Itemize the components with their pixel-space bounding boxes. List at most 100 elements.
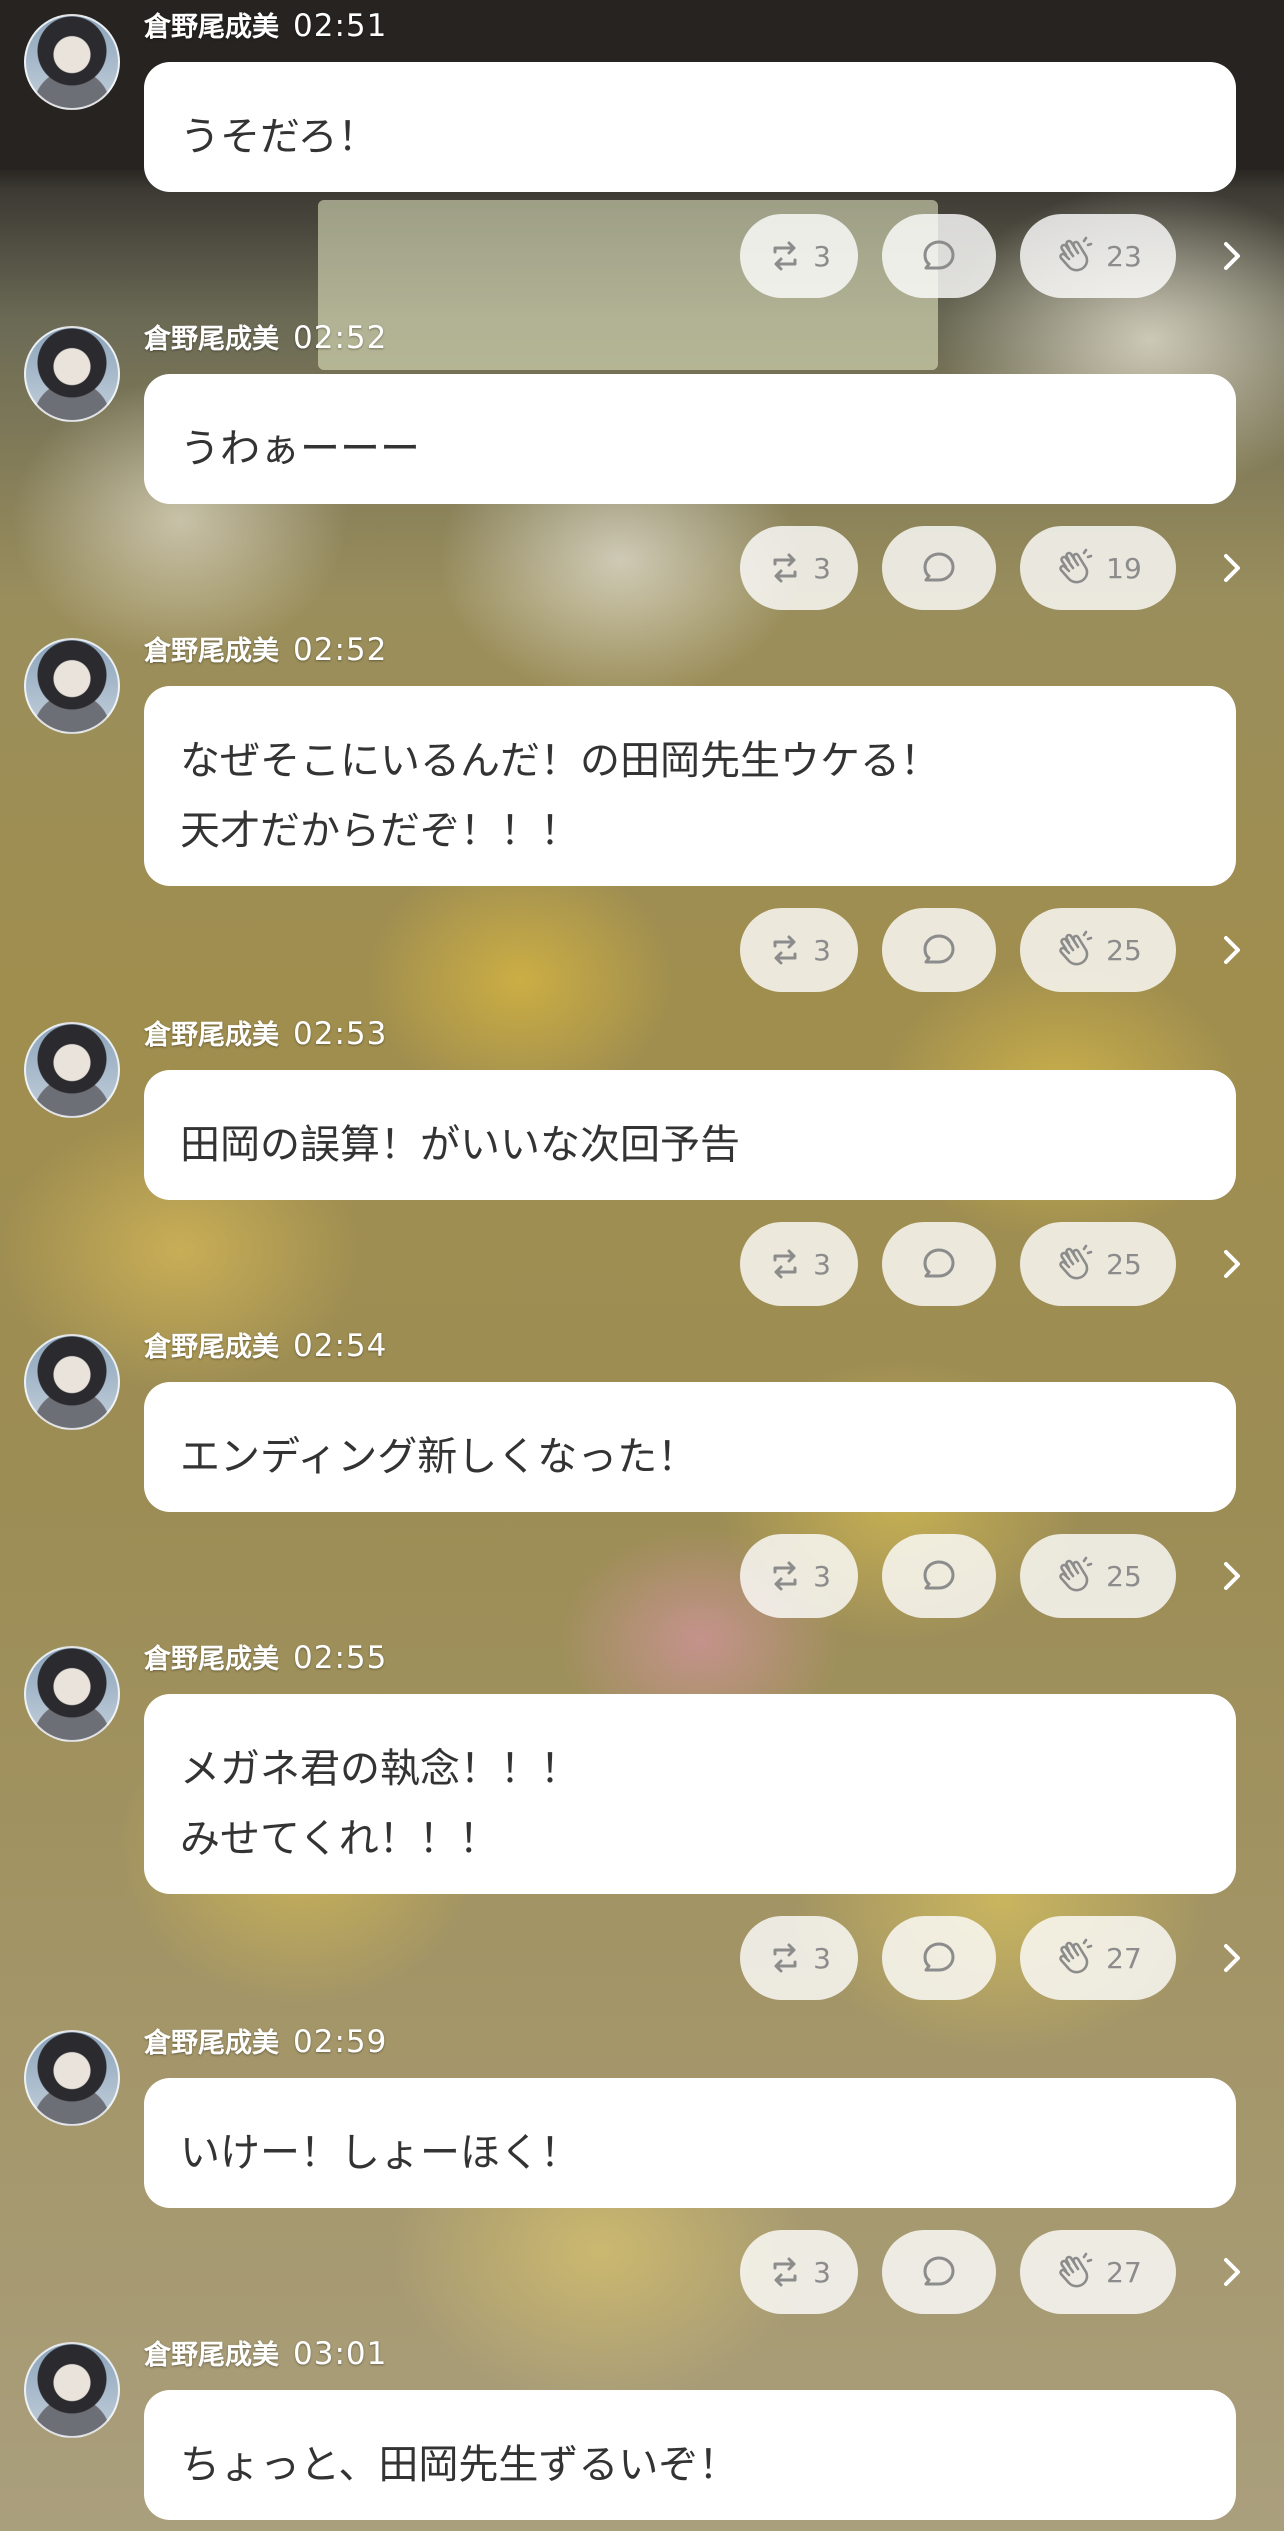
message-text: ちょっと、田岡先生ずるいぞ！ xyxy=(180,2442,739,2488)
chevron-right-icon[interactable] xyxy=(1204,922,1260,978)
post-time: 03:01 xyxy=(293,2336,388,2372)
share-button[interactable]: 3 xyxy=(740,2230,858,2314)
share-icon xyxy=(767,1558,803,1594)
comment-icon xyxy=(919,1244,959,1284)
avatar[interactable] xyxy=(24,326,120,422)
share-button[interactable]: 3 xyxy=(740,526,858,610)
message-bubble[interactable]: エンディング新しくなった！ xyxy=(144,1382,1236,1512)
message-bubble[interactable]: うわぁーーー xyxy=(144,374,1236,504)
message-text: うわぁーーー xyxy=(180,426,420,472)
message-text: うそだろ！ xyxy=(180,114,378,160)
share-button[interactable]: 3 xyxy=(740,908,858,992)
comment-icon xyxy=(919,1938,959,1978)
chevron-right-icon[interactable] xyxy=(1204,1236,1260,1292)
chevron-right-icon[interactable] xyxy=(1204,2244,1260,2300)
message-bubble[interactable]: メガネ君の執念！！！ みせてくれ！！！ xyxy=(144,1694,1236,1894)
comment-button[interactable] xyxy=(882,526,996,610)
clap-icon xyxy=(1054,235,1096,277)
author-name[interactable]: 倉野尾成美 xyxy=(144,1332,279,1363)
clap-icon xyxy=(1054,1243,1096,1285)
post-meta: 倉野尾成美 02:51 xyxy=(144,6,387,46)
share-count: 3 xyxy=(813,551,831,585)
clap-count: 25 xyxy=(1106,1559,1142,1593)
clap-button[interactable]: 25 xyxy=(1020,1534,1176,1618)
avatar[interactable] xyxy=(24,638,120,734)
message-text: みせてくれ！！！ xyxy=(180,1816,499,1862)
comment-button[interactable] xyxy=(882,2230,996,2314)
message-text: なぜそこにいるんだ！の田岡先生ウケる！ xyxy=(180,738,940,784)
author-name[interactable]: 倉野尾成美 xyxy=(144,2340,279,2371)
post-meta: 倉野尾成美 02:59 xyxy=(144,2022,387,2062)
share-icon xyxy=(767,238,803,274)
clap-button[interactable]: 27 xyxy=(1020,2230,1176,2314)
share-icon xyxy=(767,932,803,968)
message-bubble[interactable]: いけー！しょーほく！ xyxy=(144,2078,1236,2208)
message-bubble[interactable]: 田岡の誤算！がいいな次回予告 xyxy=(144,1070,1236,1200)
share-button[interactable]: 3 xyxy=(740,1916,858,2000)
comment-button[interactable] xyxy=(882,214,996,298)
post-actions: 3 19 xyxy=(0,526,1284,610)
clap-icon xyxy=(1054,929,1096,971)
avatar[interactable] xyxy=(24,2030,120,2126)
comment-button[interactable] xyxy=(882,1222,996,1306)
share-icon xyxy=(767,1246,803,1282)
share-count: 3 xyxy=(813,933,831,967)
clap-button[interactable]: 19 xyxy=(1020,526,1176,610)
clap-button[interactable]: 25 xyxy=(1020,908,1176,992)
post-time: 02:53 xyxy=(293,1016,388,1052)
comment-button[interactable] xyxy=(882,1534,996,1618)
chevron-right-icon[interactable] xyxy=(1204,540,1260,596)
clap-icon xyxy=(1054,1937,1096,1979)
clap-count: 25 xyxy=(1106,1247,1142,1281)
post-time: 02:52 xyxy=(293,632,388,668)
post-meta: 倉野尾成美 02:53 xyxy=(144,1014,387,1054)
clap-button[interactable]: 27 xyxy=(1020,1916,1176,2000)
post-time: 02:55 xyxy=(293,1640,388,1676)
message-bubble[interactable]: うそだろ！ xyxy=(144,62,1236,192)
clap-icon xyxy=(1054,1555,1096,1597)
clap-button[interactable]: 23 xyxy=(1020,214,1176,298)
author-name[interactable]: 倉野尾成美 xyxy=(144,1020,279,1051)
post-actions: 3 25 xyxy=(0,1222,1284,1306)
message-text: いけー！しょーほく！ xyxy=(180,2130,580,2176)
share-icon xyxy=(767,1940,803,1976)
post-time: 02:59 xyxy=(293,2024,388,2060)
avatar[interactable] xyxy=(24,1334,120,1430)
message-bubble[interactable]: ちょっと、田岡先生ずるいぞ！ xyxy=(144,2390,1236,2520)
avatar[interactable] xyxy=(24,1022,120,1118)
post-time: 02:52 xyxy=(293,320,388,356)
post-meta: 倉野尾成美 02:52 xyxy=(144,318,387,358)
author-name[interactable]: 倉野尾成美 xyxy=(144,2028,279,2059)
share-count: 3 xyxy=(813,1247,831,1281)
author-name[interactable]: 倉野尾成美 xyxy=(144,12,279,43)
post-time: 02:51 xyxy=(293,8,388,44)
post-time: 02:54 xyxy=(293,1328,388,1364)
comment-button[interactable] xyxy=(882,908,996,992)
share-button[interactable]: 3 xyxy=(740,1534,858,1618)
comment-icon xyxy=(919,930,959,970)
comment-button[interactable] xyxy=(882,1916,996,2000)
author-name[interactable]: 倉野尾成美 xyxy=(144,1644,279,1675)
chevron-right-icon[interactable] xyxy=(1204,228,1260,284)
avatar[interactable] xyxy=(24,14,120,110)
share-button[interactable]: 3 xyxy=(740,1222,858,1306)
clap-count: 23 xyxy=(1106,239,1142,273)
post-actions: 3 27 xyxy=(0,1916,1284,2000)
share-icon xyxy=(767,550,803,586)
share-button[interactable]: 3 xyxy=(740,214,858,298)
post-feed[interactable]: 倉野尾成美 02:51 うそだろ！ 3 23 倉野尾成美 02:52 うわぁーーー 3 19 倉野尾… xyxy=(0,0,1284,2531)
avatar[interactable] xyxy=(24,1646,120,1742)
clap-count: 25 xyxy=(1106,933,1142,967)
avatar[interactable] xyxy=(24,2342,120,2438)
author-name[interactable]: 倉野尾成美 xyxy=(144,324,279,355)
clap-button[interactable]: 25 xyxy=(1020,1222,1176,1306)
post-actions: 3 25 xyxy=(0,1534,1284,1618)
chevron-right-icon[interactable] xyxy=(1204,1548,1260,1604)
message-text: メガネ君の執念！！！ xyxy=(180,1746,580,1792)
author-name[interactable]: 倉野尾成美 xyxy=(144,636,279,667)
post-actions: 3 23 xyxy=(0,214,1284,298)
message-bubble[interactable]: なぜそこにいるんだ！の田岡先生ウケる！ 天才だからだぞ！！！ xyxy=(144,686,1236,886)
post-actions: 3 27 xyxy=(0,2230,1284,2314)
share-count: 3 xyxy=(813,1559,831,1593)
chevron-right-icon[interactable] xyxy=(1204,1930,1260,1986)
